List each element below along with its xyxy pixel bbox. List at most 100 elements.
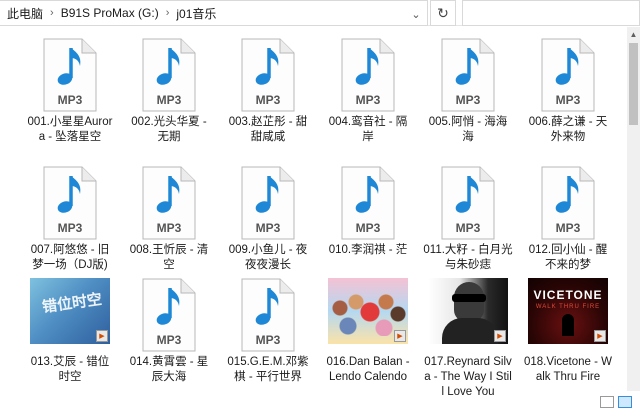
file-item[interactable]: MP3 012.回小仙 - 醒不来的梦 bbox=[523, 166, 613, 273]
mp3-file-icon: MP3 bbox=[441, 166, 495, 240]
file-item[interactable]: MP3 004.鸾音社 - 隔岸 bbox=[323, 38, 413, 145]
file-thumbnail: MP3 bbox=[523, 38, 613, 112]
file-item[interactable]: MP3 015.G.E.M.邓紫棋 - 平行世界 bbox=[223, 278, 313, 385]
file-thumbnail: MP3 bbox=[124, 38, 214, 112]
file-name: 009.小鱼儿 - 夜夜夜漫长 bbox=[228, 244, 308, 271]
svg-text:MP3: MP3 bbox=[58, 93, 83, 107]
file-item[interactable]: MP3 011.大籽 - 白月光与朱砂痣 bbox=[423, 166, 513, 273]
album-cover-thumbnail: ▶ bbox=[423, 278, 513, 352]
file-item[interactable]: ▶ 016.Dan Balan - Lendo Calendo bbox=[323, 278, 413, 385]
view-switcher bbox=[600, 396, 632, 408]
file-item[interactable]: ▶ 017.Reynard Silva - The Way I Still Lov… bbox=[423, 278, 513, 400]
album-cover-image: ▶ bbox=[328, 278, 408, 344]
search-input[interactable] bbox=[462, 0, 640, 26]
breadcrumb-drive[interactable]: B91S ProMax (G:) bbox=[58, 6, 162, 20]
file-item[interactable]: MP3 008.王忻辰 - 清空 bbox=[124, 166, 214, 273]
file-item[interactable]: VICETONE WALK THRU FIRE ▶ 018.Vicetone - Wa… bbox=[523, 278, 613, 385]
file-thumbnail: MP3 bbox=[523, 166, 613, 240]
album-cover-image: 错位时空 ▶ bbox=[30, 278, 110, 344]
mp3-file-icon: MP3 bbox=[541, 166, 595, 240]
cover-subtitle: WALK THRU FIRE bbox=[535, 304, 601, 310]
mp3-file-icon: MP3 bbox=[142, 38, 196, 112]
file-thumbnail: MP3 bbox=[423, 38, 513, 112]
file-name: 012.回小仙 - 醒不来的梦 bbox=[528, 244, 608, 271]
chevron-down-icon[interactable]: ⌄ bbox=[404, 2, 428, 26]
chevron-right-icon[interactable]: › bbox=[162, 7, 174, 19]
file-name: 018.Vicetone - Walk Thru Fire bbox=[523, 356, 612, 383]
svg-text:MP3: MP3 bbox=[58, 221, 83, 235]
file-item[interactable]: MP3 001.小星星Aurora - 坠落星空 bbox=[25, 38, 115, 145]
file-name: 015.G.E.M.邓紫棋 - 平行世界 bbox=[227, 356, 309, 383]
mp3-file-icon: MP3 bbox=[142, 166, 196, 240]
breadcrumb-folder[interactable]: j01音乐 bbox=[173, 5, 219, 22]
svg-text:MP3: MP3 bbox=[157, 333, 182, 347]
mp3-file-icon: MP3 bbox=[541, 38, 595, 112]
cover-artwork bbox=[328, 288, 408, 336]
album-cover-image: ▶ bbox=[428, 278, 508, 344]
large-icons-view-icon[interactable] bbox=[618, 396, 632, 408]
mp3-file-icon: MP3 bbox=[241, 38, 295, 112]
scrollbar-thumb[interactable] bbox=[629, 43, 638, 125]
file-name: 006.薛之谦 - 天外来物 bbox=[528, 116, 608, 143]
mp3-file-icon: MP3 bbox=[43, 38, 97, 112]
mp3-file-icon: MP3 bbox=[43, 166, 97, 240]
mp3-file-icon: MP3 bbox=[142, 278, 196, 352]
file-item[interactable]: MP3 005.阿悄 - 海海海 bbox=[423, 38, 513, 145]
file-thumbnail: MP3 bbox=[423, 166, 513, 240]
mp3-file-icon: MP3 bbox=[241, 278, 295, 352]
svg-text:MP3: MP3 bbox=[556, 221, 581, 235]
file-thumbnail: MP3 bbox=[124, 166, 214, 240]
scroll-up-arrow-icon[interactable]: ▲ bbox=[627, 27, 640, 41]
file-thumbnail: MP3 bbox=[223, 38, 313, 112]
file-item[interactable]: MP3 006.薛之谦 - 天外来物 bbox=[523, 38, 613, 145]
mp3-file-icon: MP3 bbox=[241, 166, 295, 240]
album-cover-thumbnail: VICETONE WALK THRU FIRE ▶ bbox=[523, 278, 613, 352]
file-thumbnail: MP3 bbox=[223, 278, 313, 352]
cover-title: VICETONE bbox=[533, 288, 603, 302]
file-thumbnail: MP3 bbox=[323, 38, 413, 112]
file-name: 003.赵芷彤 - 甜甜咸咸 bbox=[228, 116, 308, 143]
svg-text:MP3: MP3 bbox=[456, 93, 481, 107]
file-name: 010.李润祺 - 茫 bbox=[328, 244, 408, 256]
file-item[interactable]: MP3 010.李润祺 - 茫 bbox=[323, 166, 413, 258]
file-thumbnail: MP3 bbox=[223, 166, 313, 240]
file-name: 008.王忻辰 - 清空 bbox=[129, 244, 209, 271]
svg-text:MP3: MP3 bbox=[356, 221, 381, 235]
svg-text:MP3: MP3 bbox=[157, 221, 182, 235]
chevron-right-icon[interactable]: › bbox=[46, 7, 58, 19]
file-name: 007.阿悠悠 - 旧梦一场（DJ版) bbox=[30, 244, 110, 271]
breadcrumb-this-pc[interactable]: 此电脑 bbox=[4, 5, 46, 22]
file-name: 016.Dan Balan - Lendo Calendo bbox=[326, 356, 410, 383]
file-name: 002.光头华夏 - 无期 bbox=[131, 116, 207, 143]
file-item[interactable]: 错位时空 ▶ 013.艾辰 - 错位时空 bbox=[25, 278, 115, 385]
refresh-icon: ↻ bbox=[437, 4, 449, 21]
file-item[interactable]: MP3 002.光头华夏 - 无期 bbox=[124, 38, 214, 145]
svg-text:MP3: MP3 bbox=[556, 93, 581, 107]
cover-artwork bbox=[442, 318, 498, 344]
file-item[interactable]: MP3 009.小鱼儿 - 夜夜夜漫长 bbox=[223, 166, 313, 273]
explorer-window: 此电脑 › B91S ProMax (G:) › j01音乐 ⌄ ↻ ▲ MP3… bbox=[0, 0, 640, 415]
vertical-scrollbar[interactable]: ▲ bbox=[627, 27, 640, 391]
file-thumbnail: MP3 bbox=[25, 38, 115, 112]
album-cover-image: VICETONE WALK THRU FIRE ▶ bbox=[528, 278, 608, 344]
refresh-button[interactable]: ↻ bbox=[430, 0, 456, 26]
file-item[interactable]: MP3 007.阿悠悠 - 旧梦一场（DJ版) bbox=[25, 166, 115, 273]
file-thumbnail: MP3 bbox=[323, 166, 413, 240]
file-name: 001.小星星Aurora - 坠落星空 bbox=[27, 116, 113, 143]
details-view-icon[interactable] bbox=[600, 396, 614, 408]
file-name: 013.艾辰 - 错位时空 bbox=[30, 356, 110, 383]
breadcrumb[interactable]: 此电脑 › B91S ProMax (G:) › j01音乐 ⌄ bbox=[0, 0, 428, 26]
svg-text:MP3: MP3 bbox=[256, 333, 281, 347]
file-name: 014.黄霄雲 - 星辰大海 bbox=[129, 356, 209, 383]
svg-text:MP3: MP3 bbox=[456, 221, 481, 235]
file-item[interactable]: MP3 014.黄霄雲 - 星辰大海 bbox=[124, 278, 214, 385]
album-cover-thumbnail: ▶ bbox=[323, 278, 413, 352]
cover-title: 错位时空 bbox=[41, 289, 104, 317]
svg-text:MP3: MP3 bbox=[256, 93, 281, 107]
file-name: 011.大籽 - 白月光与朱砂痣 bbox=[423, 244, 513, 271]
mp3-file-icon: MP3 bbox=[341, 166, 395, 240]
cover-artwork bbox=[562, 314, 574, 336]
svg-text:MP3: MP3 bbox=[157, 93, 182, 107]
svg-text:MP3: MP3 bbox=[356, 93, 381, 107]
file-item[interactable]: MP3 003.赵芷彤 - 甜甜咸咸 bbox=[223, 38, 313, 145]
